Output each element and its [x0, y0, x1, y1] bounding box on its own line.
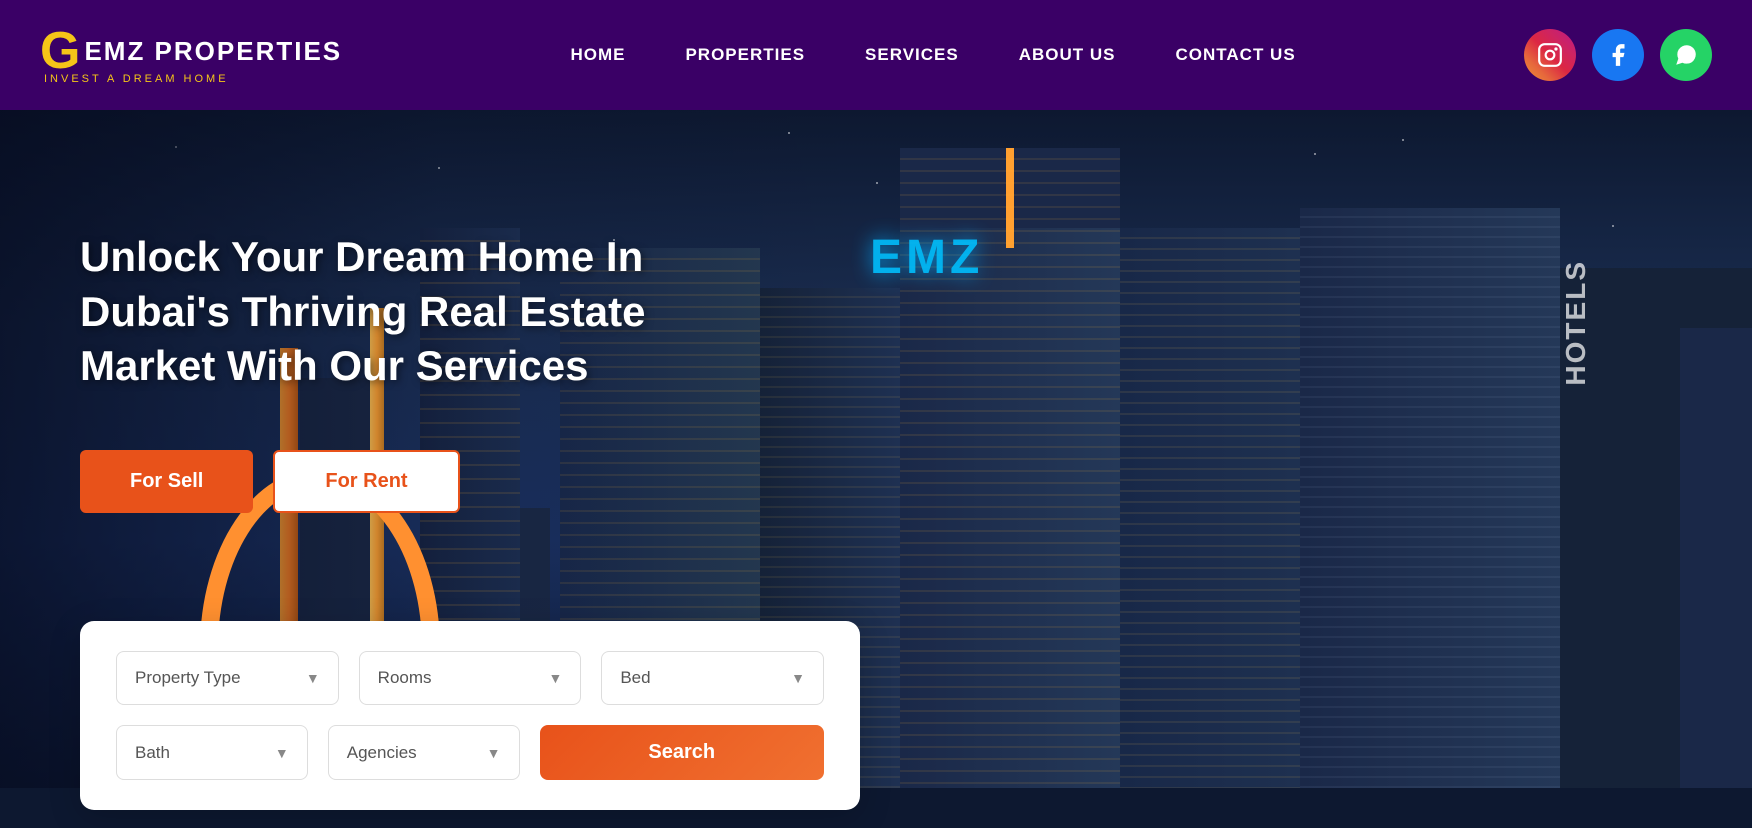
property-type-select[interactable]: Property Type ▼ [116, 651, 339, 705]
bed-chevron-icon: ▼ [791, 670, 805, 686]
nav-services[interactable]: SERVICES [865, 45, 959, 64]
hero-buttons: For Sell For Rent [80, 450, 460, 513]
facebook-icon[interactable] [1592, 29, 1644, 81]
for-rent-button[interactable]: For Rent [273, 450, 459, 513]
bath-select[interactable]: Bath ▼ [116, 725, 308, 780]
logo-tagline: INVEST A DREAM HOME [40, 73, 342, 85]
search-button[interactable]: Search [540, 725, 825, 780]
bed-select[interactable]: Bed ▼ [601, 651, 824, 705]
rooms-select[interactable]: Rooms ▼ [359, 651, 582, 705]
property-type-chevron-icon: ▼ [306, 670, 320, 686]
property-type-label: Property Type [135, 668, 241, 688]
navbar: G EMZ PROPERTIES INVEST A DREAM HOME HOM… [0, 0, 1752, 110]
search-row-2: Bath ▼ Agencies ▼ Search [116, 725, 824, 780]
bath-chevron-icon: ▼ [275, 745, 289, 761]
agencies-select[interactable]: Agencies ▼ [328, 725, 520, 780]
whatsapp-icon[interactable] [1660, 29, 1712, 81]
agencies-label: Agencies [347, 743, 417, 763]
social-icons [1524, 29, 1712, 81]
hero-title: Unlock Your Dream Home In Dubai's Thrivi… [80, 230, 780, 394]
hero-section: EMZ HOTELS Unlock Your Dream Home In Dub… [0, 110, 1752, 828]
search-row-1: Property Type ▼ Rooms ▼ Bed ▼ [116, 651, 824, 705]
nav-contact[interactable]: CONTACT US [1176, 45, 1296, 64]
nav-home[interactable]: HOME [570, 45, 625, 64]
hero-content: Unlock Your Dream Home In Dubai's Thrivi… [80, 230, 780, 394]
nav-properties[interactable]: PROPERTIES [685, 45, 805, 64]
agencies-chevron-icon: ▼ [487, 745, 501, 761]
rooms-label: Rooms [378, 668, 432, 688]
bed-label: Bed [620, 668, 650, 688]
rooms-chevron-icon: ▼ [548, 670, 562, 686]
bath-label: Bath [135, 743, 170, 763]
logo-g-letter: G [40, 25, 80, 77]
logo-brand-name: EMZ PROPERTIES [84, 36, 342, 67]
instagram-icon[interactable] [1524, 29, 1576, 81]
for-sell-button[interactable]: For Sell [80, 450, 253, 513]
nav-links: HOME PROPERTIES SERVICES ABOUT US CONTAC… [570, 45, 1295, 65]
logo[interactable]: G EMZ PROPERTIES INVEST A DREAM HOME [40, 25, 342, 85]
nav-about[interactable]: ABOUT US [1019, 45, 1116, 64]
search-panel: Property Type ▼ Rooms ▼ Bed ▼ Bath ▼ Age… [80, 621, 860, 810]
